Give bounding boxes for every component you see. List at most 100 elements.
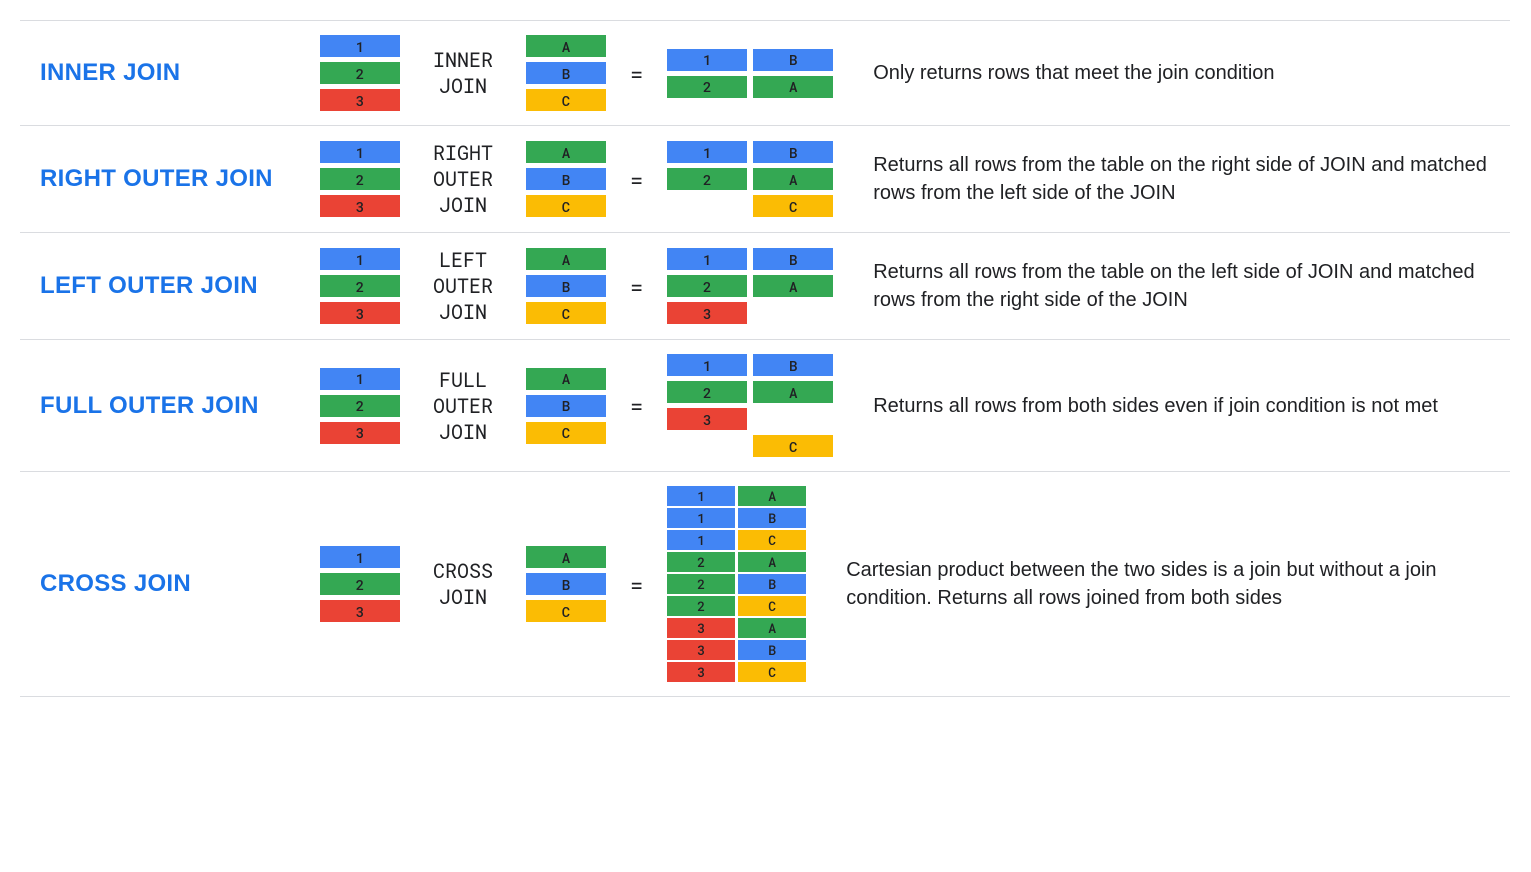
- join-operator: RIGHT OUTER JOIN: [418, 140, 508, 218]
- join-title: CROSS JOIN: [30, 570, 310, 598]
- join-visual: 123CROSS JOINABC=1A1B1C2A2B2C3A3B3C: [320, 486, 806, 682]
- join-row: FULL OUTER JOIN123FULL OUTER JOINABC=1B2…: [20, 340, 1510, 472]
- data-cell: 1: [320, 368, 400, 390]
- data-cell: B: [738, 508, 806, 528]
- data-cell: 2: [320, 395, 400, 417]
- data-cell: 2: [320, 62, 400, 84]
- data-cell: [753, 302, 833, 324]
- left-table: 123: [320, 546, 400, 622]
- data-cell: A: [738, 618, 806, 638]
- data-cell: 1: [667, 486, 735, 506]
- join-description: Cartesian product between the two sides …: [816, 556, 1500, 612]
- right-table: ABC: [526, 368, 606, 444]
- equals-sign: =: [624, 570, 649, 599]
- data-cell: B: [753, 354, 833, 376]
- result-row: 1B: [667, 354, 833, 376]
- data-cell: C: [738, 662, 806, 682]
- result-row: 1A: [667, 486, 806, 506]
- join-title: FULL OUTER JOIN: [30, 392, 310, 420]
- right-table: ABC: [526, 546, 606, 622]
- result-row: 2A: [667, 381, 833, 403]
- data-cell: C: [738, 596, 806, 616]
- result-row: 3: [667, 302, 833, 324]
- result-table: 1A1B1C2A2B2C3A3B3C: [667, 486, 806, 682]
- data-cell: A: [753, 168, 833, 190]
- result-row: 3A: [667, 618, 806, 638]
- data-cell: 1: [667, 508, 735, 528]
- data-cell: 2: [667, 552, 735, 572]
- data-cell: B: [753, 248, 833, 270]
- equals-sign: =: [624, 59, 649, 88]
- data-cell: A: [526, 546, 606, 568]
- result-row: 3: [667, 408, 833, 430]
- result-row: 1B: [667, 141, 833, 163]
- result-row: 1B: [667, 248, 833, 270]
- data-cell: B: [526, 168, 606, 190]
- right-table: ABC: [526, 35, 606, 111]
- equals-sign: =: [624, 272, 649, 301]
- data-cell: 1: [320, 248, 400, 270]
- join-operator: INNER JOIN: [418, 47, 508, 99]
- right-table: ABC: [526, 141, 606, 217]
- data-cell: B: [738, 574, 806, 594]
- data-cell: 1: [667, 354, 747, 376]
- data-cell: A: [526, 248, 606, 270]
- result-row: 2C: [667, 596, 806, 616]
- result-table: 1B2A: [667, 49, 833, 98]
- data-cell: 3: [320, 600, 400, 622]
- data-cell: 3: [667, 640, 735, 660]
- result-row: 1B: [667, 49, 833, 71]
- data-cell: A: [526, 141, 606, 163]
- data-cell: 2: [320, 573, 400, 595]
- join-operator: FULL OUTER JOIN: [418, 367, 508, 445]
- data-cell: 3: [320, 89, 400, 111]
- data-cell: 1: [667, 141, 747, 163]
- equals-sign: =: [624, 165, 649, 194]
- join-title: LEFT OUTER JOIN: [30, 272, 310, 300]
- data-cell: 3: [667, 408, 747, 430]
- data-cell: 1: [320, 141, 400, 163]
- data-cell: 2: [667, 596, 735, 616]
- join-title: INNER JOIN: [30, 59, 310, 87]
- join-types-table: INNER JOIN123INNER JOINABC=1B2AOnly retu…: [20, 20, 1510, 697]
- join-description: Returns all rows from the table on the l…: [843, 258, 1500, 314]
- join-row: INNER JOIN 1 2 3 INNER JOIN ABC = 1B2A Only retu…: [20, 20, 1510, 126]
- data-cell: 3: [320, 195, 400, 217]
- data-cell: B: [526, 395, 606, 417]
- result-table: 1B 2A 3 C: [667, 354, 833, 457]
- left-table: 123: [320, 368, 400, 444]
- join-description: Returns all rows from both sides even if…: [843, 392, 1500, 420]
- right-table: ABC: [526, 248, 606, 324]
- data-cell: C: [526, 422, 606, 444]
- data-cell: B: [526, 275, 606, 297]
- join-description: Only returns rows that meet the join con…: [843, 59, 1500, 87]
- join-row: RIGHT OUTER JOIN123RIGHT OUTER JOINABC=1…: [20, 126, 1510, 233]
- data-cell: B: [753, 141, 833, 163]
- data-cell: B: [753, 49, 833, 71]
- data-cell: 3: [667, 662, 735, 682]
- data-cell: B: [738, 640, 806, 660]
- result-row: 2A: [667, 552, 806, 572]
- result-row: 1B: [667, 508, 806, 528]
- data-cell: 3: [667, 302, 747, 324]
- result-row: 3B: [667, 640, 806, 660]
- result-table: 1B2AC: [667, 141, 833, 217]
- data-cell: A: [526, 35, 606, 57]
- data-cell: A: [738, 486, 806, 506]
- data-cell: A: [753, 381, 833, 403]
- data-cell: 2: [667, 574, 735, 594]
- data-cell: B: [526, 573, 606, 595]
- data-cell: 1: [320, 35, 400, 57]
- data-cell: C: [526, 600, 606, 622]
- result-row: C: [667, 435, 833, 457]
- join-visual: 123FULL OUTER JOINABC=1B2A3C: [320, 354, 833, 457]
- left-table: 123: [320, 248, 400, 324]
- data-cell: 3: [667, 618, 735, 638]
- data-cell: C: [526, 195, 606, 217]
- result-row: 2A: [667, 168, 833, 190]
- data-cell: 3: [320, 302, 400, 324]
- result-row: C: [667, 195, 833, 217]
- data-cell: 2: [667, 168, 747, 190]
- data-cell: A: [753, 76, 833, 98]
- data-cell: C: [526, 302, 606, 324]
